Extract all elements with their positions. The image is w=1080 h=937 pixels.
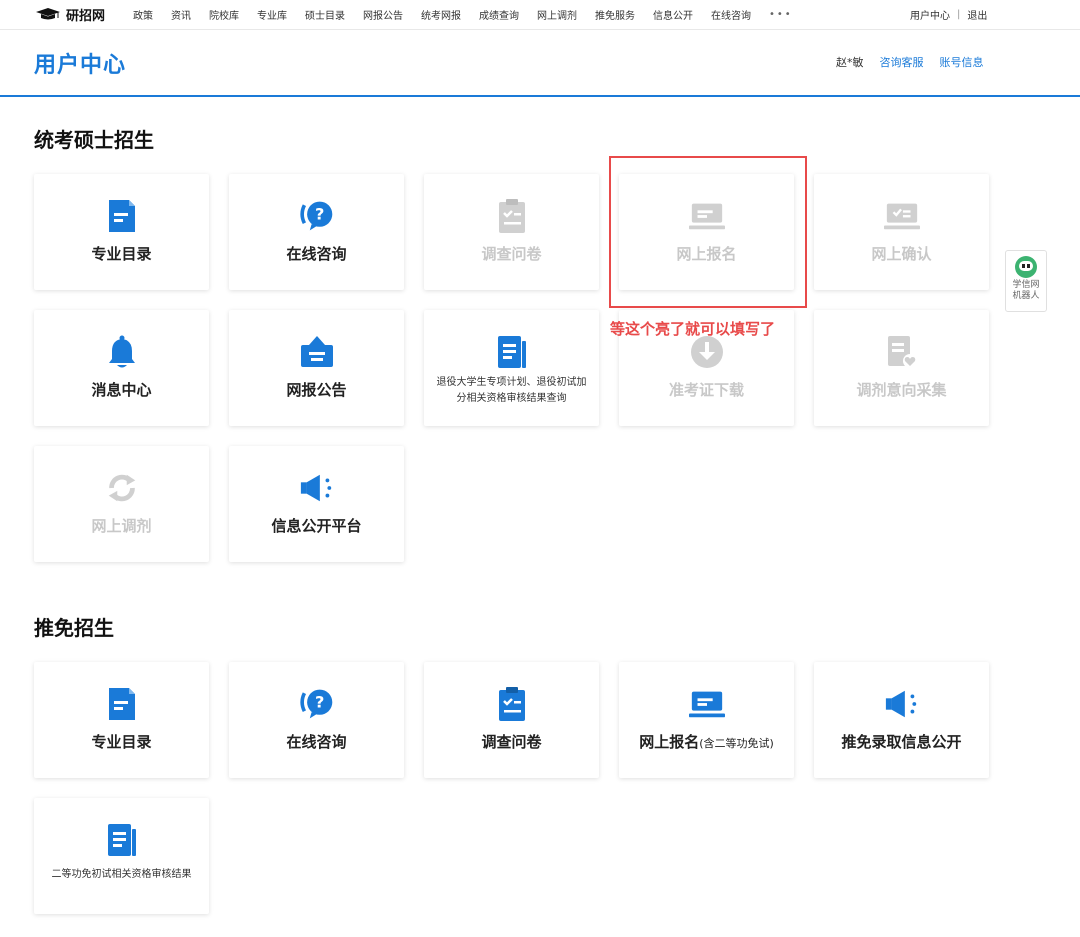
highlight-box (609, 156, 807, 308)
card-online-confirmation: 网上确认 (814, 174, 989, 290)
nav-item-adjustment[interactable]: 网上调剂 (537, 7, 577, 22)
top-user-links: 用户中心 | 退出 (910, 0, 987, 29)
card-label: 专业目录 (91, 733, 152, 751)
card-label: 在线咨询 (286, 245, 347, 263)
card-label: 推免录取信息公开 (841, 733, 962, 751)
annotation-note: 等这个亮了就可以填写了 (610, 320, 776, 338)
logout-link[interactable]: 退出 (967, 7, 987, 22)
nav-item-online-consult[interactable]: 在线咨询 (711, 7, 751, 22)
megaphone-icon (884, 686, 920, 722)
card-label: 准考证下载 (668, 381, 744, 399)
nav-item-policy[interactable]: 政策 (133, 7, 153, 22)
laptop-card-icon (688, 686, 725, 722)
list-document-icon (494, 334, 530, 370)
card-recommend-major-catalog[interactable]: 专业目录 (34, 662, 209, 778)
page-header: 用户中心 赵*敏 咨询客服 账号信息 (0, 30, 1080, 97)
card-label: 网上确认 (871, 245, 932, 263)
robot-avatar-icon (1015, 256, 1037, 278)
refresh-icon (104, 470, 140, 506)
card-label: 退役大学生专项计划、退役初试加分相关资格审核结果查询 (436, 377, 587, 404)
download-icon (689, 334, 725, 370)
divider: | (957, 9, 961, 20)
card-label: 信息公开平台 (271, 517, 362, 535)
nav-item-schools[interactable]: 院校库 (209, 7, 239, 22)
card-online-consult[interactable]: ? 在线咨询 (229, 174, 404, 290)
page-title: 用户中心 (34, 53, 127, 78)
logo-text: 研招网 (66, 8, 106, 24)
card-survey: 调查问卷 (424, 174, 599, 290)
card-label: 专业目录 (91, 245, 152, 263)
section-title-unified-exam: 统考硕士招生 (34, 128, 154, 152)
announcement-box-icon (299, 334, 335, 370)
document-icon (104, 686, 140, 722)
card-label-main: 网上报名 (639, 733, 700, 751)
question-bubble-icon: ? (299, 198, 335, 234)
card-recommend-survey[interactable]: 调查问卷 (424, 662, 599, 778)
nav-item-info-disclosure[interactable]: 信息公开 (653, 7, 693, 22)
card-merit-qualification-result[interactable]: 二等功免初试相关资格审核结果 (34, 798, 209, 914)
card-major-catalog[interactable]: 专业目录 (34, 174, 209, 290)
card-registration-announcement[interactable]: 网报公告 (229, 310, 404, 426)
main-menu: 政策 资讯 院校库 专业库 硕士目录 网报公告 统考网报 成绩查询 网上调剂 推… (133, 0, 793, 29)
more-menu-icon[interactable]: ••• (769, 9, 793, 20)
user-center-link[interactable]: 用户中心 (910, 7, 950, 22)
document-heart-icon (884, 334, 920, 370)
card-label: 网上报名(含二等功免试) (639, 731, 774, 752)
account-info-link[interactable]: 账号信息 (940, 54, 984, 70)
nav-item-majors[interactable]: 专业库 (257, 7, 287, 22)
clipboard-check-icon (494, 198, 530, 234)
card-label-sub: (含二等功免试) (699, 737, 774, 750)
nav-item-news[interactable]: 资讯 (171, 7, 191, 22)
header-links: 赵*敏 咨询客服 账号信息 (836, 54, 1000, 70)
screen-check-icon (883, 198, 920, 234)
card-label: 调查问卷 (481, 733, 542, 751)
section-title-recommendation: 推免招生 (34, 616, 114, 640)
card-veteran-qualification-query[interactable]: 退役大学生专项计划、退役初试加分相关资格审核结果查询 (424, 310, 599, 426)
card-online-adjustment: 网上调剂 (34, 446, 209, 562)
document-icon (104, 198, 140, 234)
bell-icon (104, 334, 140, 370)
card-adjustment-intention: 调剂意向采集 (814, 310, 989, 426)
chatbot-label: 学信网机器人 (1012, 280, 1040, 301)
card-label: 调查问卷 (481, 245, 542, 263)
chatbot-widget[interactable]: 学信网机器人 (1005, 250, 1047, 312)
card-recommend-admission-disclosure[interactable]: 推免录取信息公开 (814, 662, 989, 778)
card-recommend-online-registration[interactable]: 网上报名(含二等功免试) (619, 662, 794, 778)
card-info-disclosure-platform[interactable]: 信息公开平台 (229, 446, 404, 562)
card-label: 网上调剂 (91, 517, 152, 535)
top-navigation: 研招网 政策 资讯 院校库 专业库 硕士目录 网报公告 统考网报 成绩查询 网上… (0, 0, 1080, 30)
consult-service-link[interactable]: 咨询客服 (880, 54, 924, 70)
nav-item-master-catalog[interactable]: 硕士目录 (305, 7, 345, 22)
card-label: 调剂意向采集 (856, 381, 947, 399)
card-label: 在线咨询 (286, 733, 347, 751)
clipboard-check-icon (494, 686, 530, 722)
nav-item-score-query[interactable]: 成绩查询 (479, 7, 519, 22)
card-message-center[interactable]: 消息中心 (34, 310, 209, 426)
nav-item-recommendation[interactable]: 推免服务 (595, 7, 635, 22)
question-bubble-icon: ? (299, 686, 335, 722)
card-recommend-online-consult[interactable]: ? 在线咨询 (229, 662, 404, 778)
graduation-cap-icon (36, 8, 60, 20)
card-label: 二等功免初试相关资格审核结果 (51, 869, 192, 880)
card-label: 消息中心 (91, 381, 152, 399)
site-logo[interactable]: 研招网 (35, 5, 106, 24)
list-document-icon (104, 822, 140, 858)
nav-item-announcements[interactable]: 网报公告 (363, 7, 403, 22)
nav-item-unified-registration[interactable]: 统考网报 (421, 7, 461, 22)
svg-text:?: ? (315, 205, 324, 224)
username: 赵*敏 (836, 56, 864, 69)
svg-text:?: ? (315, 693, 324, 712)
card-label: 网报公告 (286, 381, 347, 399)
megaphone-icon (299, 470, 335, 506)
